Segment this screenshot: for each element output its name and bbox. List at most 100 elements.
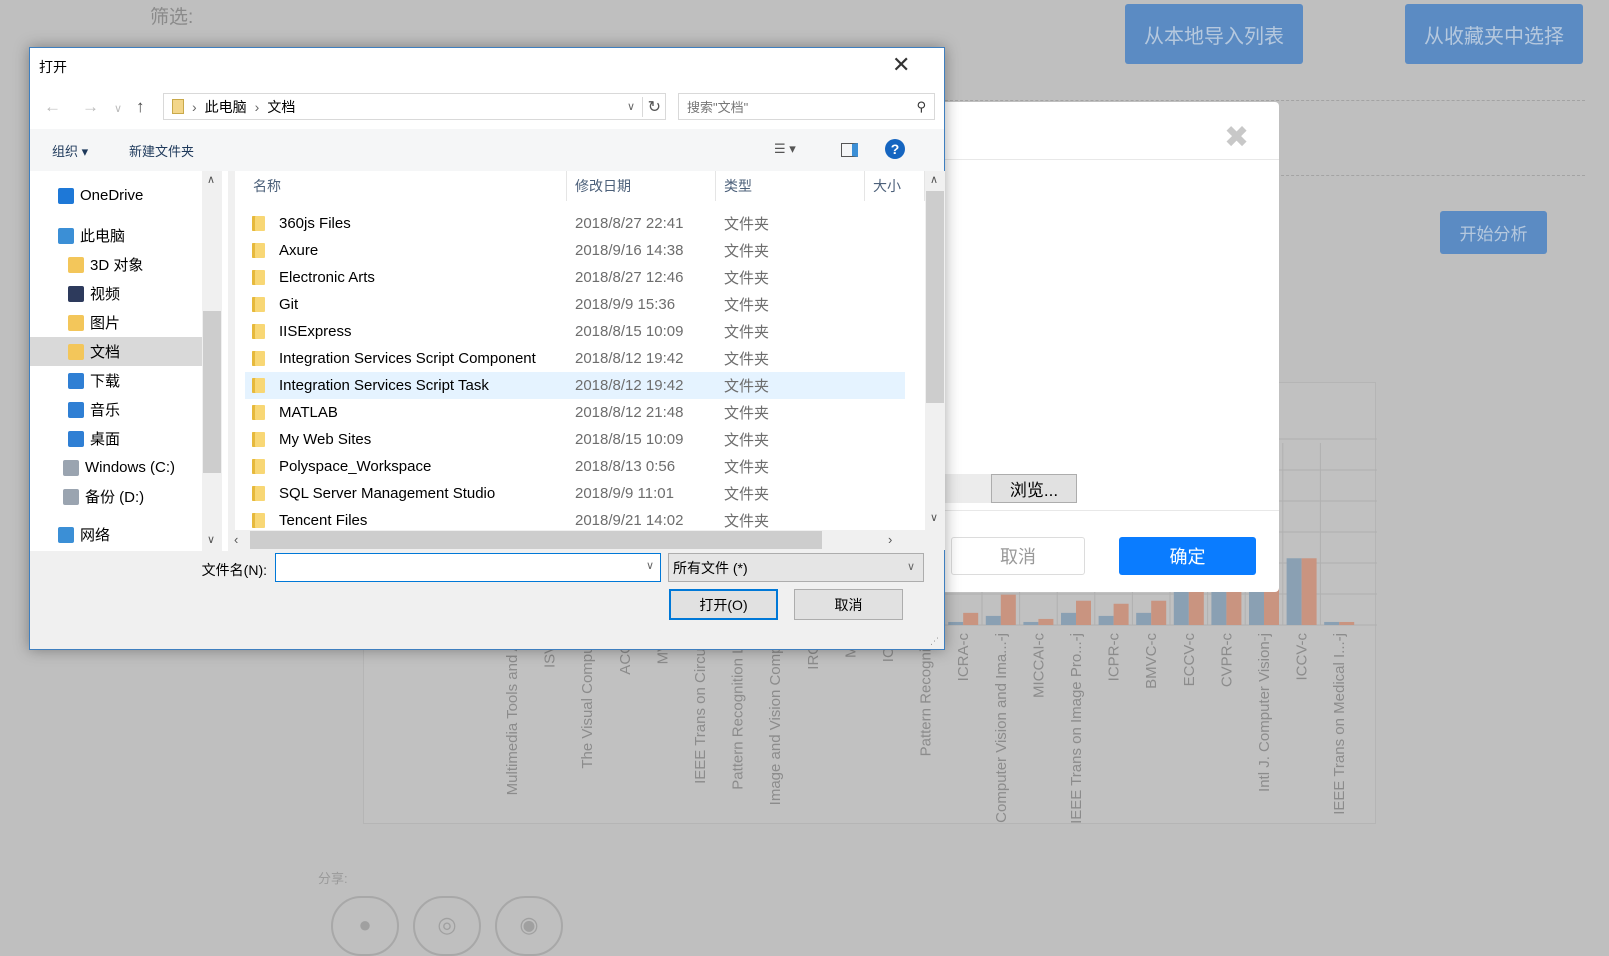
x-tick-label: The Visual Compute: [579, 633, 596, 769]
column-header-name[interactable]: 名称^: [245, 171, 567, 201]
browse-button[interactable]: 浏览...: [991, 474, 1077, 503]
search-icon: ⚲: [916, 98, 926, 114]
breadcrumb-separator: ›: [254, 98, 260, 115]
import-local-button[interactable]: 从本地导入列表: [1125, 4, 1303, 64]
bar: [1098, 615, 1114, 625]
nav-item[interactable]: 此电脑: [30, 221, 206, 250]
nav-scrollbar[interactable]: ∧ ∨: [202, 171, 222, 551]
file-date: 2018/8/12 21:48: [575, 404, 684, 421]
filename-input[interactable]: ∨: [275, 553, 661, 582]
x-tick-label: Pattern Recognition Let: [730, 632, 747, 790]
resize-grip-icon[interactable]: ⋰: [930, 636, 939, 647]
up-arrow-icon[interactable]: ↑: [136, 97, 145, 117]
nav-item[interactable]: OneDrive: [30, 181, 206, 210]
view-options-icon[interactable]: ☰ ▾: [774, 141, 796, 157]
documents-icon: [172, 99, 184, 114]
bar: [1173, 591, 1189, 625]
nav-item[interactable]: 桌面: [30, 424, 206, 453]
file-row[interactable]: 360js Files 2018/8/27 22:41 文件夹: [245, 210, 905, 237]
file-row[interactable]: Integration Services Script Component 201…: [245, 345, 905, 372]
file-date: 2018/8/27 22:41: [575, 215, 684, 232]
file-name: Tencent Files: [279, 512, 368, 529]
cancel-button[interactable]: 取消: [794, 589, 903, 620]
modal-cancel-button[interactable]: 取消: [951, 537, 1085, 575]
file-row[interactable]: Electronic Arts 2018/8/27 12:46 文件夹: [245, 264, 905, 291]
nav-item[interactable]: 图片: [30, 308, 206, 337]
forward-arrow-icon[interactable]: →: [82, 97, 99, 117]
address-bar[interactable]: › 此电脑 › 文档 ∨ ↻: [163, 93, 666, 120]
open-button[interactable]: 打开(O): [669, 589, 778, 620]
help-icon[interactable]: ?: [885, 139, 905, 159]
x-tick-label: ICCV-c: [1294, 633, 1311, 681]
breadcrumb-documents[interactable]: 文档: [267, 97, 295, 117]
file-list: 名称^ 修改日期 类型 大小 360js Files 2018/8/27 22:4…: [235, 171, 925, 530]
chevron-down-icon[interactable]: ∨: [627, 100, 635, 113]
file-row[interactable]: MATLAB 2018/8/12 21:48 文件夹: [245, 399, 905, 426]
file-row[interactable]: Integration Services Script Task 2018/8/1…: [245, 372, 905, 399]
modal-confirm-button[interactable]: 确定: [1119, 537, 1256, 575]
search-input[interactable]: 搜索"文档" ⚲: [678, 93, 935, 120]
nav-item[interactable]: Windows (C:): [30, 453, 206, 482]
wechat-icon[interactable]: ◎: [413, 896, 481, 956]
x-tick-label: MICCAI-c: [1030, 633, 1047, 698]
file-type: 文件夹: [724, 513, 770, 530]
chevron-down-icon[interactable]: ∨: [646, 559, 654, 572]
bar: [1038, 618, 1054, 625]
back-arrow-icon[interactable]: ←: [44, 97, 61, 117]
file-type-select[interactable]: 所有文件 (*) ∨: [668, 553, 924, 582]
file-row[interactable]: Tencent Files 2018/9/21 14:02 文件夹: [245, 507, 905, 530]
file-row[interactable]: Git 2018/9/9 15:36 文件夹: [245, 291, 905, 318]
weibo-icon[interactable]: ◉: [495, 896, 563, 956]
nav-item[interactable]: 3D 对象: [30, 250, 206, 279]
column-header-date[interactable]: 修改日期: [567, 171, 716, 201]
nav-item[interactable]: 视频: [30, 279, 206, 308]
preview-pane-icon[interactable]: [841, 143, 858, 157]
folder-icon: [252, 378, 265, 393]
file-row[interactable]: Polyspace_Workspace 2018/8/13 0:56 文件夹: [245, 453, 905, 480]
nav-item[interactable]: 音乐: [30, 395, 206, 424]
nav-item[interactable]: 文档: [30, 337, 206, 366]
nav-item-label: 此电脑: [80, 228, 126, 245]
import-favorites-button[interactable]: 从收藏夹中选择: [1405, 4, 1583, 64]
column-header-size[interactable]: 大小: [865, 171, 925, 201]
close-icon[interactable]: ✕: [892, 52, 910, 78]
nav-item[interactable]: 备份 (D:): [30, 482, 206, 511]
column-header-type[interactable]: 类型: [716, 171, 865, 201]
nav-item-label: Windows (C:): [85, 459, 176, 476]
recent-dropdown-icon[interactable]: ∨: [114, 102, 122, 115]
nav-item[interactable]: 下载: [30, 366, 206, 395]
file-list-vscrollbar[interactable]: ∧ ∨: [925, 171, 945, 530]
new-folder-button[interactable]: 新建文件夹: [129, 141, 194, 160]
file-row[interactable]: SQL Server Management Studio 2018/9/9 11:…: [245, 480, 905, 507]
music-icon: [68, 401, 84, 418]
nav-item[interactable]: 网络: [30, 520, 206, 549]
refresh-icon[interactable]: ↻: [641, 96, 661, 117]
filter-label: 筛选:: [150, 7, 194, 28]
file-row[interactable]: Axure 2018/9/16 14:38 文件夹: [245, 237, 905, 264]
file-row[interactable]: My Web Sites 2018/8/15 10:09 文件夹: [245, 426, 905, 453]
qq-icon[interactable]: ●: [331, 896, 399, 956]
start-analysis-button[interactable]: 开始分析: [1440, 211, 1547, 254]
navigation-pane: OneDrive 此电脑 3D 对象 视频 图片 文档 下载 音乐桌面 Windows (C:)…: [30, 171, 228, 551]
close-icon[interactable]: ✖: [1224, 120, 1249, 155]
file-row[interactable]: IISExpress 2018/8/15 10:09 文件夹: [245, 318, 905, 345]
file-type: 文件夹: [724, 324, 770, 341]
3d-objects-icon: [68, 256, 84, 273]
file-name: Electronic Arts: [279, 269, 375, 286]
breadcrumb-this-pc[interactable]: 此电脑: [205, 97, 247, 117]
file-list-hscrollbar[interactable]: ‹ ›: [228, 530, 945, 550]
file-name: Axure: [279, 242, 319, 259]
file-type: 文件夹: [724, 378, 770, 395]
network-icon: [58, 526, 74, 543]
bar: [1076, 600, 1091, 625]
file-type: 文件夹: [724, 216, 770, 233]
breadcrumb-separator: ›: [192, 98, 197, 115]
file-date: 2018/8/27 12:46: [575, 269, 684, 286]
organize-menu[interactable]: 组织 ▾: [52, 141, 88, 160]
file-name: Integration Services Script Component: [279, 350, 536, 367]
x-tick-label: BMVC-c: [1143, 633, 1160, 689]
folder-icon: [252, 405, 265, 420]
nav-item-label: 桌面: [90, 431, 121, 448]
bar: [1301, 558, 1317, 625]
file-type: 文件夹: [724, 297, 770, 314]
